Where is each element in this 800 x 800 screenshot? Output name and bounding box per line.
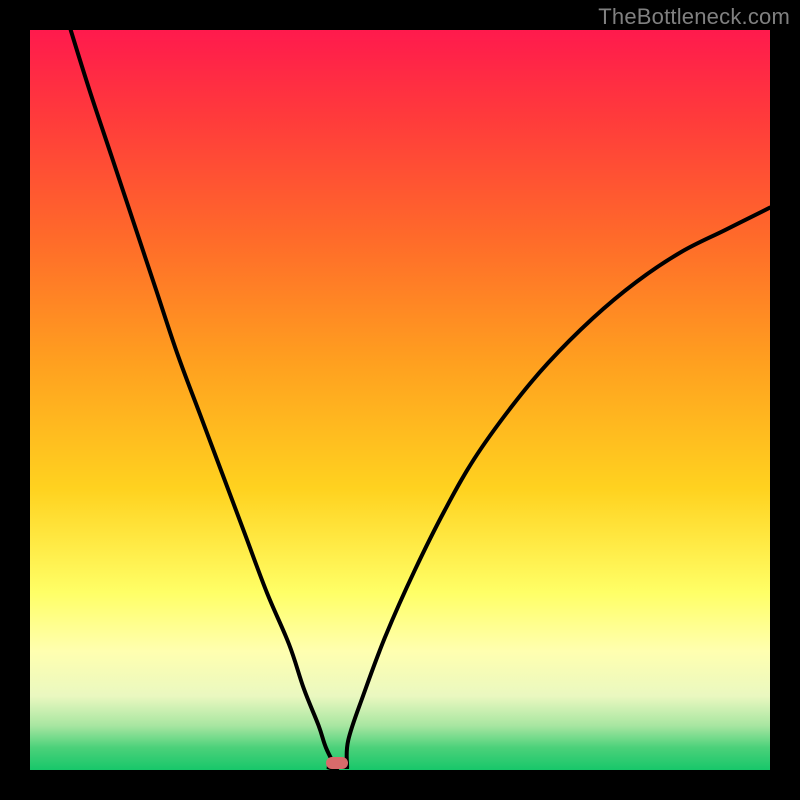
plot-area xyxy=(30,30,770,770)
bottleneck-curve xyxy=(71,30,770,770)
curve-svg xyxy=(30,30,770,770)
watermark-text: TheBottleneck.com xyxy=(598,4,790,30)
optimal-point-marker xyxy=(326,757,348,769)
outer-frame: TheBottleneck.com xyxy=(0,0,800,800)
